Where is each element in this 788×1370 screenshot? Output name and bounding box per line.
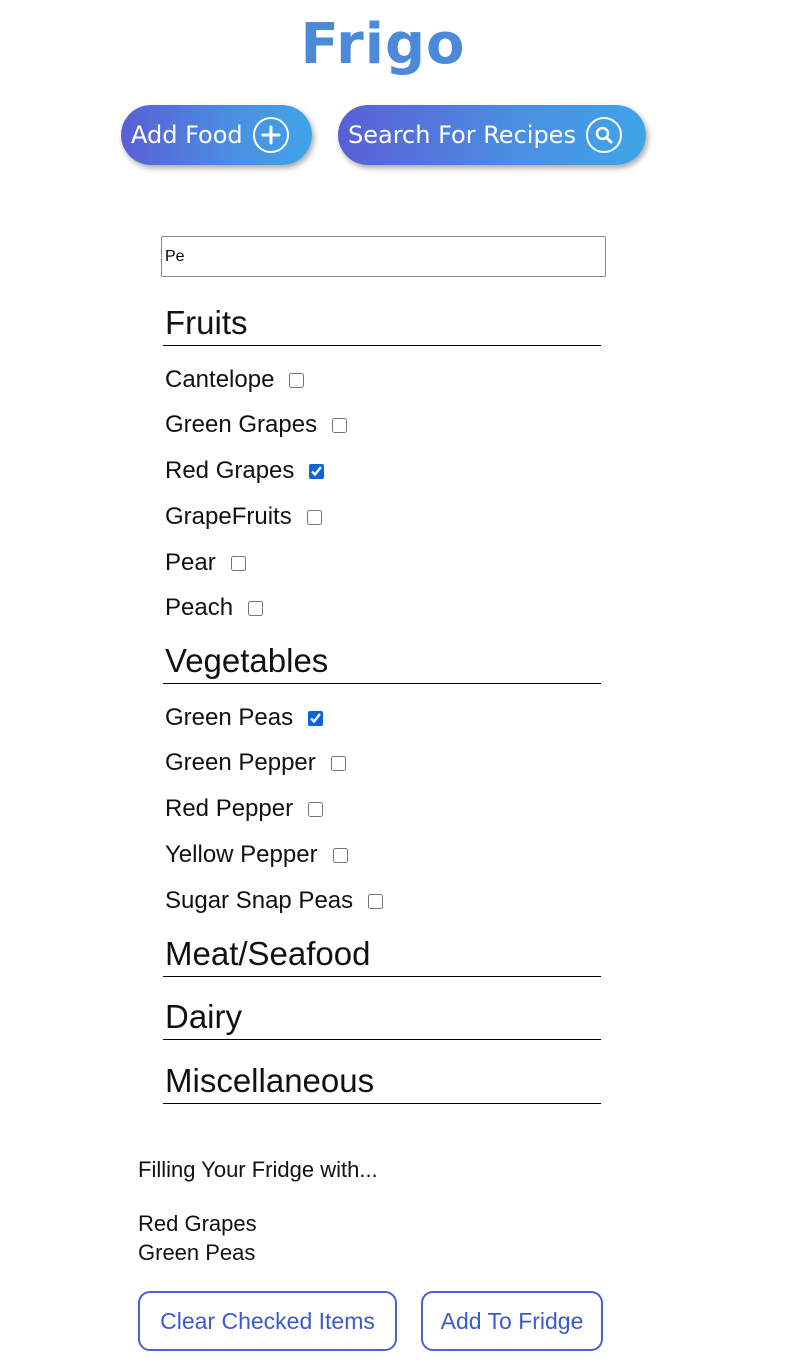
item-checkbox[interactable] [330, 755, 346, 771]
item-label: Yellow Pepper [165, 841, 318, 868]
list-item[interactable]: Green Peas [165, 704, 324, 732]
list-item[interactable]: Peach [165, 594, 264, 622]
item-checkbox[interactable] [230, 555, 246, 571]
list-item[interactable]: Red Grapes [165, 457, 325, 485]
clear-checked-button[interactable]: Clear Checked Items [138, 1291, 397, 1351]
list-item[interactable]: Yellow Pepper [165, 841, 348, 869]
item-label: Red Grapes [165, 457, 295, 484]
app-title: Frigo [300, 12, 466, 77]
item-label: Red Pepper [165, 795, 294, 822]
search-recipes-button[interactable]: Search For Recipes [338, 105, 646, 165]
item-checkbox[interactable] [332, 847, 348, 863]
category-heading-meat-seafood[interactable]: Meat/Seafood [163, 935, 601, 977]
item-label: Sugar Snap Peas [165, 887, 354, 914]
item-label: Pear [165, 549, 216, 576]
item-checkbox[interactable] [368, 893, 384, 909]
list-item[interactable]: Green Pepper [165, 749, 346, 777]
plus-circle-icon [252, 117, 289, 153]
list-item[interactable]: Red Pepper [165, 795, 324, 823]
item-label: Green Grapes [165, 411, 318, 438]
item-checkbox[interactable] [306, 509, 322, 525]
filling-heading: Filling Your Fridge with... [138, 1157, 378, 1182]
list-item[interactable]: Pear [165, 549, 246, 577]
search-circle-icon [585, 117, 622, 153]
item-label: Cantelope [165, 366, 275, 393]
list-item[interactable]: Sugar Snap Peas [165, 887, 384, 915]
item-checkbox[interactable] [308, 710, 324, 726]
add-to-fridge-button[interactable]: Add To Fridge [421, 1291, 603, 1351]
item-checkbox[interactable] [308, 801, 324, 817]
item-label: GrapeFruits [165, 503, 292, 530]
item-checkbox[interactable] [289, 372, 305, 388]
search-recipes-label: Search For Recipes [348, 121, 576, 149]
item-checkbox[interactable] [309, 463, 325, 479]
add-food-button[interactable]: Add Food [121, 105, 312, 165]
food-search-input[interactable] [161, 236, 606, 277]
list-item[interactable]: Cantelope [165, 366, 305, 394]
item-label: Green Pepper [165, 749, 316, 776]
category-heading-dairy[interactable]: Dairy [163, 998, 601, 1040]
selected-item: Red Grapes [138, 1211, 257, 1236]
item-label: Peach [165, 594, 234, 621]
add-food-label: Add Food [131, 121, 243, 149]
list-item[interactable]: GrapeFruits [165, 503, 322, 531]
category-heading-fruits: Fruits [163, 304, 601, 346]
list-item[interactable]: Green Grapes [165, 411, 348, 439]
category-heading-miscellaneous[interactable]: Miscellaneous [163, 1062, 601, 1104]
category-heading-vegetables: Vegetables [163, 642, 601, 684]
selected-item: Green Peas [138, 1240, 256, 1265]
item-label: Green Peas [165, 704, 294, 731]
item-checkbox[interactable] [332, 417, 348, 433]
item-checkbox[interactable] [248, 600, 264, 616]
